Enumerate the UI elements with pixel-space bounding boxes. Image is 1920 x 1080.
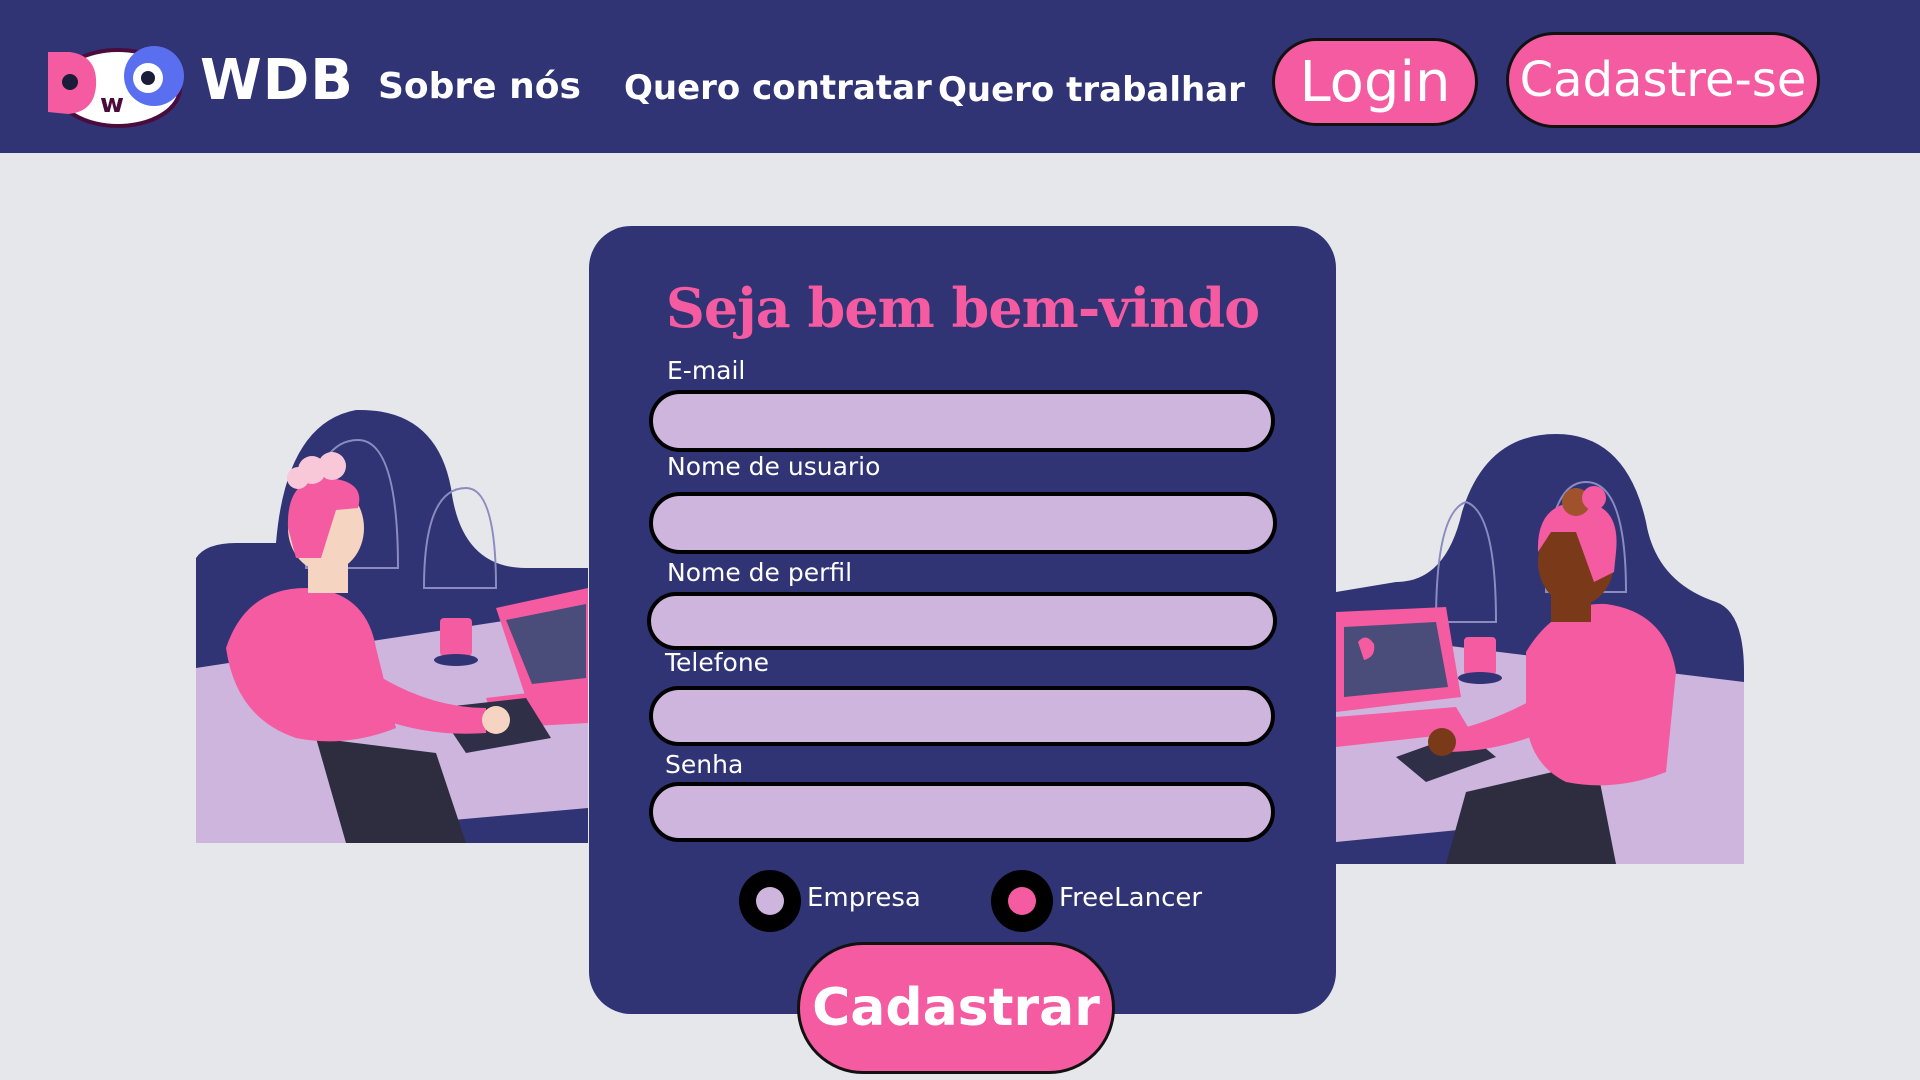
- login-button[interactable]: Login: [1272, 38, 1478, 126]
- company-radio[interactable]: [739, 870, 801, 932]
- signup-button[interactable]: Cadastre-se: [1506, 32, 1820, 128]
- password-input[interactable]: [649, 782, 1275, 842]
- username-input[interactable]: [649, 492, 1277, 554]
- email-label: E-mail: [667, 356, 746, 385]
- company-radio-dot: [756, 887, 784, 915]
- company-radio-label[interactable]: Empresa: [807, 883, 921, 913]
- password-label: Senha: [665, 750, 744, 779]
- signup-card: Seja bem bem-vindo E-mail Nome de usuari…: [589, 226, 1336, 1014]
- freelancer-radio-label[interactable]: FreeLancer: [1059, 883, 1202, 913]
- nav-work-link[interactable]: Quero trabalhar: [938, 70, 1245, 110]
- left-illustration-woman-at-desk: [196, 409, 588, 843]
- freelancer-radio-dot: [1008, 887, 1036, 915]
- nav-hire-link[interactable]: Quero contratar: [624, 68, 932, 108]
- svg-text:w: w: [100, 89, 124, 119]
- submit-signup-button[interactable]: Cadastrar: [797, 942, 1115, 1074]
- brand-name[interactable]: WDB: [200, 48, 354, 113]
- phone-label: Telefone: [665, 648, 770, 677]
- phone-input[interactable]: [649, 686, 1275, 746]
- profile-name-label: Nome de perfil: [667, 558, 853, 587]
- freelancer-radio[interactable]: [991, 870, 1053, 932]
- email-input[interactable]: [649, 390, 1275, 452]
- profile-name-input[interactable]: [647, 592, 1277, 650]
- right-illustration-woman-at-desk: [1336, 434, 1744, 864]
- username-label: Nome de usuario: [667, 452, 881, 481]
- signup-title: Seja bem bem-vindo: [665, 276, 1260, 340]
- dwo-logo[interactable]: w: [40, 42, 190, 132]
- top-navbar: w WDB Sobre nós Quero contratar Quero tr…: [0, 0, 1920, 153]
- nav-about-link[interactable]: Sobre nós: [378, 66, 581, 107]
